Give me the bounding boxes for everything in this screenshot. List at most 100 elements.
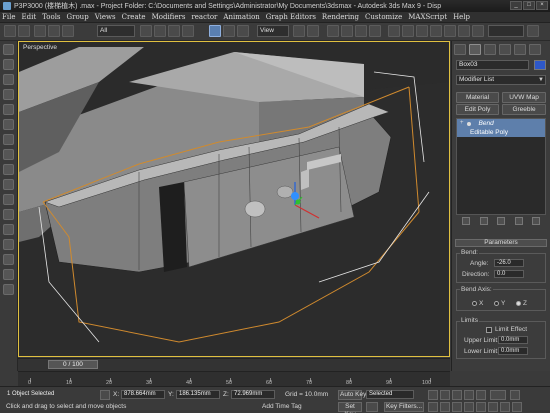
remove-modifier-icon[interactable] [514,217,523,225]
zoom-all-icon[interactable] [440,402,450,412]
track-bar[interactable]: 0 10 20 30 40 50 60 70 80 90 100 [18,371,450,386]
menu-file[interactable]: File [2,13,15,21]
strip-tool-17-icon[interactable] [3,284,14,295]
undo-icon[interactable] [4,25,16,37]
utilities-tab-icon[interactable] [529,44,541,55]
render-setup-icon[interactable] [472,25,484,37]
object-name-field[interactable]: Box03 [456,60,529,70]
strip-tool-15-icon[interactable] [3,254,14,265]
close-button[interactable]: × [536,1,548,10]
material-button[interactable]: Material [456,92,499,103]
spinner-snap-icon[interactable] [369,25,381,37]
strip-tool-12-icon[interactable] [3,209,14,220]
object-color-swatch[interactable] [534,60,546,70]
reference-coord-dropdown[interactable]: View [257,25,289,37]
axis-y-radio[interactable]: Y [494,300,505,307]
display-tab-icon[interactable] [514,44,526,55]
strip-tool-8-icon[interactable] [3,149,14,160]
modifier-list-dropdown[interactable]: Modifier List ▼ [456,75,546,85]
zoom-extents-all-icon[interactable] [464,402,474,412]
snap-toggle-icon[interactable] [327,25,339,37]
greeble-button[interactable]: Greeble [502,104,546,115]
select-object-icon[interactable] [140,25,152,37]
manipulate-icon[interactable] [307,25,319,37]
redo-icon[interactable] [18,25,30,37]
light-bulb-icon[interactable] [466,121,471,126]
maximize-button[interactable]: □ [523,1,535,10]
perspective-viewport[interactable]: Perspective [18,41,450,357]
pin-stack-icon[interactable] [462,217,470,225]
set-key-icon[interactable] [366,402,378,412]
lower-limit-spinner[interactable]: 0.0mm [498,347,528,355]
layer-manager-icon[interactable] [416,25,428,37]
strip-tool-4-icon[interactable] [3,89,14,100]
selected-set-dropdown[interactable]: Selected [366,390,414,399]
add-time-tag[interactable]: Add Time Tag [262,403,302,410]
upper-limit-spinner[interactable]: 0.0mm [498,336,528,344]
menu-customize[interactable]: Customize [365,13,402,21]
strip-tool-6-icon[interactable] [3,119,14,130]
strip-tool-1-icon[interactable] [3,44,14,55]
axis-z-radio[interactable]: Z [516,300,527,307]
motion-tab-icon[interactable] [499,44,511,55]
pan-icon[interactable] [488,402,498,412]
menu-tools[interactable]: Tools [42,13,60,21]
link-icon[interactable] [34,25,46,37]
go-to-start-icon[interactable] [428,390,438,400]
stack-item-editable-poly[interactable]: Editable Poly [457,128,545,137]
curve-editor-icon[interactable] [430,25,442,37]
align-icon[interactable] [402,25,414,37]
maximize-viewport-icon[interactable] [512,402,522,412]
go-to-end-icon[interactable] [476,390,486,400]
direction-spinner[interactable]: 0.0 [494,270,524,278]
zoom-icon[interactable] [428,402,438,412]
minimize-button[interactable]: _ [510,1,522,10]
create-tab-icon[interactable] [454,44,466,55]
strip-tool-16-icon[interactable] [3,269,14,280]
select-by-name-icon[interactable] [154,25,166,37]
parameters-rollout-header[interactable]: Parameters [455,239,547,247]
modify-tab-icon[interactable] [469,44,481,55]
z-coordinate-field[interactable]: 72.969mm [231,390,275,399]
strip-tool-7-icon[interactable] [3,134,14,145]
next-frame-icon[interactable] [464,390,474,400]
menu-help[interactable]: Help [453,13,470,21]
viewport-label[interactable]: Perspective [23,44,57,51]
uvw-map-button[interactable]: UVW Map [502,92,546,103]
lock-selection-icon[interactable] [100,390,110,400]
axis-x-radio[interactable]: X [472,300,483,307]
render-type-dropdown[interactable] [488,25,524,37]
time-config-icon[interactable] [510,390,520,400]
unlink-icon[interactable] [48,25,60,37]
select-region-icon[interactable] [168,25,180,37]
limit-effect-checkbox[interactable] [486,327,492,333]
select-and-scale-icon[interactable] [237,25,249,37]
auto-key-button[interactable]: Auto Key [340,391,366,398]
expand-icon[interactable]: + [460,119,464,128]
menu-maxscript[interactable]: MAXScript [408,13,447,21]
window-crossing-icon[interactable] [182,25,194,37]
strip-tool-14-icon[interactable] [3,239,14,250]
menu-reactor[interactable]: reactor [191,13,217,21]
field-of-view-icon[interactable] [476,402,486,412]
hierarchy-tab-icon[interactable] [484,44,496,55]
menu-modifiers[interactable]: Modifiers [152,13,186,21]
strip-tool-10-icon[interactable] [3,179,14,190]
menu-create[interactable]: Create [122,13,146,21]
key-filters-button[interactable]: Key Filters... [384,402,424,412]
strip-tool-3-icon[interactable] [3,74,14,85]
menu-animation[interactable]: Animation [223,13,259,21]
angle-snap-icon[interactable] [341,25,353,37]
time-slider-track[interactable]: 0 / 100 [18,358,450,371]
pivot-center-icon[interactable] [293,25,305,37]
material-editor-icon[interactable] [458,25,470,37]
quick-render-icon[interactable] [527,25,539,37]
strip-tool-2-icon[interactable] [3,59,14,70]
zoom-extents-icon[interactable] [452,402,462,412]
angle-spinner[interactable]: -26.0 [494,259,524,267]
bind-space-warp-icon[interactable] [62,25,74,37]
configure-modifier-sets-icon[interactable] [532,217,540,225]
mirror-icon[interactable] [388,25,400,37]
stack-item-bend[interactable]: + Bend [457,119,545,128]
time-slider[interactable]: 0 / 100 [48,360,98,369]
